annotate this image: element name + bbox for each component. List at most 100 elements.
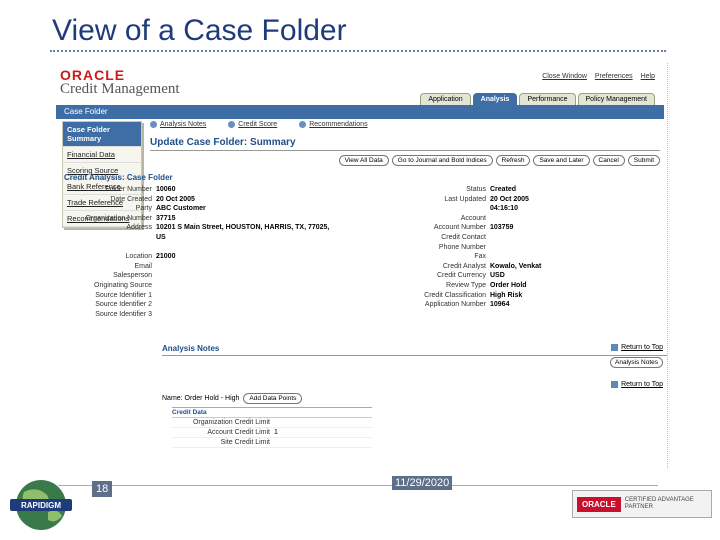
field-value: ABC Customer xyxy=(156,205,206,213)
case-folder-fields: Folder Number 10060 Date Created 20 Oct 200… xyxy=(64,185,654,335)
table-row: Organization Credit Limit xyxy=(172,418,372,428)
field-label: Address xyxy=(126,224,152,232)
field-label: Source Identifier 1 xyxy=(95,291,152,299)
quick-links: Analysis Notes Credit Score Recommendati… xyxy=(150,121,660,128)
field-row: Credit Currency USD xyxy=(384,271,566,281)
field-value xyxy=(152,243,362,253)
field-label: Fax xyxy=(474,253,486,261)
partner-caption-line1: CERTIFIED ADVANTAGE xyxy=(624,497,694,503)
analysis-notes-link[interactable]: Analysis Notes xyxy=(150,121,206,128)
field-row: Address 10201 S Main Street, HOUSTON, HAR… xyxy=(64,223,362,233)
slide-title: View of a Case Folder xyxy=(52,14,347,47)
tab-analysis[interactable]: Analysis xyxy=(472,93,518,105)
action-buttons: View All Data Go to Journal and Bold Ind… xyxy=(338,155,660,166)
sidebar-item-financial-data[interactable]: Financial Data xyxy=(63,147,141,163)
field-label: Credit Analyst xyxy=(442,262,486,270)
row-value xyxy=(270,418,274,427)
globe-logo: RAPIDIGM xyxy=(10,480,72,530)
return-to-top-label: Return to Top xyxy=(621,381,663,388)
field-row: Credit Contact xyxy=(384,233,566,243)
bullet-icon xyxy=(228,121,236,128)
row-value xyxy=(270,438,274,447)
cancel-button[interactable]: Cancel xyxy=(592,155,625,166)
recommendations-link[interactable]: Recommendations xyxy=(299,121,368,128)
submit-button[interactable]: Submit xyxy=(627,155,660,166)
field-value xyxy=(152,291,362,301)
analysis-divider xyxy=(162,355,667,356)
field-label: Account Number xyxy=(433,224,486,232)
subnav-bar: Case Folder xyxy=(56,105,664,119)
heading-divider xyxy=(150,150,660,151)
name-label: Name: Order Hold - High xyxy=(162,395,240,402)
tab-application[interactable]: Application xyxy=(420,93,471,105)
field-row: Account Number 103759 xyxy=(384,223,566,233)
field-value: USD xyxy=(490,272,505,280)
main-content: Analysis Notes Credit Score Recommendati… xyxy=(150,121,660,166)
field-label: Review Type xyxy=(446,281,486,289)
preferences-link[interactable]: Preferences xyxy=(595,73,633,80)
close-window-link[interactable]: Close Window xyxy=(542,73,587,80)
field-label: Date Created xyxy=(110,195,152,203)
refresh-button[interactable]: Refresh xyxy=(495,155,531,166)
field-value: 10060 xyxy=(156,186,176,193)
field-value xyxy=(152,281,362,291)
field-label: Account xyxy=(460,214,486,222)
tab-policy-management[interactable]: Policy Management xyxy=(577,93,655,105)
field-value xyxy=(152,310,362,320)
sidebar-item-case-folder-summary[interactable]: Case Folder Summary xyxy=(63,122,141,147)
slide-footer: RAPIDIGM 18 11/29/2020 ORACLE CERTIFIED … xyxy=(0,470,720,540)
save-later-button[interactable]: Save and Later xyxy=(533,155,590,166)
app-brand: ORACLE Credit Management xyxy=(60,67,180,98)
help-link[interactable]: Help xyxy=(641,73,655,80)
field-value: 21000 xyxy=(156,253,176,261)
field-label xyxy=(64,233,152,243)
field-value xyxy=(486,252,566,262)
row-label: Site Credit Limit xyxy=(220,439,270,446)
return-to-top-link-2[interactable]: Return to Top xyxy=(611,381,663,388)
field-label: Email xyxy=(134,262,152,270)
field-value: 10964 xyxy=(490,301,510,309)
field-value xyxy=(152,271,362,281)
partner-oracle-logo: ORACLE xyxy=(577,496,621,512)
analysis-notes-button[interactable]: Analysis Notes xyxy=(610,357,663,368)
credit-score-link[interactable]: Credit Score xyxy=(228,121,277,128)
field-row: Credit Analyst Kowalo, Venkat xyxy=(384,262,566,272)
field-row: Account xyxy=(384,214,566,224)
field-label: Phone Number xyxy=(438,243,486,251)
field-value: Order Hold xyxy=(490,281,527,289)
slide-date: 11/29/2020 xyxy=(392,476,453,490)
title-divider xyxy=(50,50,666,52)
field-label: Credit Classification xyxy=(424,291,486,299)
field-label xyxy=(384,204,486,214)
recommendations-link-label: Recommendations xyxy=(309,121,368,128)
field-row: Last Updated 20 Oct 2005 xyxy=(384,195,566,205)
field-row: Source Identifier 2 xyxy=(64,300,362,310)
field-value: High Risk xyxy=(490,291,523,299)
add-data-points-button[interactable]: Add Data Points xyxy=(243,393,303,404)
field-row: 04:16:10 xyxy=(384,204,566,214)
field-row: Location 21000 xyxy=(64,252,362,262)
field-row: Email xyxy=(64,262,362,272)
field-label: Credit Currency xyxy=(436,272,486,280)
field-row: Application Number 10964 xyxy=(384,300,566,310)
field-label: Credit Contact xyxy=(441,233,486,241)
field-row: Originating Source xyxy=(64,281,362,291)
field-row xyxy=(64,243,362,253)
field-label: Status xyxy=(466,186,486,193)
return-to-top-link[interactable]: Return to Top xyxy=(611,344,663,351)
field-label: Application Number xyxy=(424,301,486,309)
field-value xyxy=(152,300,362,310)
field-value: 20 Oct 2005 xyxy=(156,195,195,203)
field-row: Status Created xyxy=(384,185,566,195)
view-all-data-button[interactable]: View All Data xyxy=(338,155,389,166)
field-label: Party xyxy=(135,205,152,213)
field-row: Party ABC Customer xyxy=(64,204,362,214)
go-to-journal-button[interactable]: Go to Journal and Bold Indices xyxy=(391,155,493,166)
global-links: Close Window Preferences Help xyxy=(536,73,655,80)
field-row: Folder Number 10060 xyxy=(64,185,362,195)
tab-performance[interactable]: Performance xyxy=(519,93,576,105)
credit-data-header: Credit Data xyxy=(172,408,372,418)
app-screenshot: ORACLE Credit Management Close Window Pr… xyxy=(52,63,668,468)
field-value: 103759 xyxy=(490,224,514,232)
analysis-notes-link-label: Analysis Notes xyxy=(160,121,207,128)
